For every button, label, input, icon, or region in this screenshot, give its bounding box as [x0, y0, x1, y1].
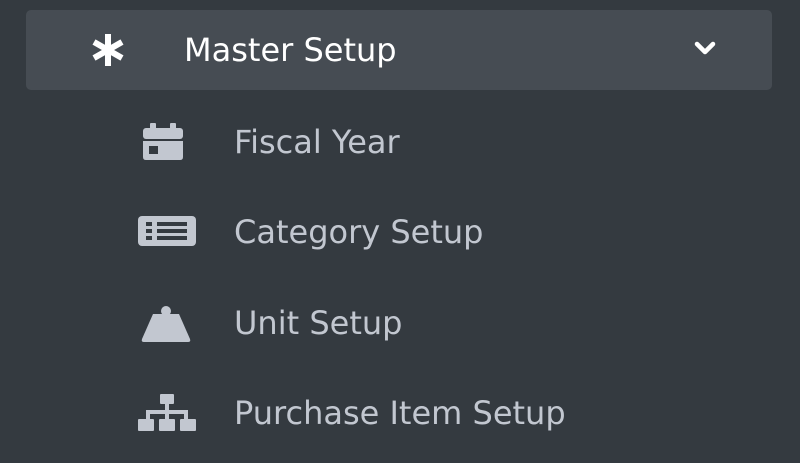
- nav-item-category-setup-label: Category Setup: [234, 213, 484, 251]
- list-icon: [138, 216, 196, 246]
- asterisk-icon: [92, 34, 124, 66]
- nav-item-category-setup[interactable]: Category Setup: [120, 197, 740, 267]
- nav-item-fiscal-year[interactable]: Fiscal Year: [120, 107, 740, 177]
- nav-item-purchase-item-setup[interactable]: Purchase Item Setup: [120, 378, 740, 448]
- nav-item-fiscal-year-label: Fiscal Year: [234, 123, 400, 161]
- nav-item-purchase-item-setup-label: Purchase Item Setup: [234, 394, 566, 432]
- nav-item-master-setup-label: Master Setup: [184, 31, 397, 69]
- calendar-icon: [143, 123, 183, 160]
- nav-item-master-setup[interactable]: Master Setup: [26, 10, 772, 90]
- chevron-down-icon[interactable]: [694, 40, 716, 56]
- sidebar: Master Setup Fiscal Year Category Setup: [0, 0, 800, 463]
- sitemap-icon: [138, 394, 196, 431]
- nav-item-unit-setup[interactable]: Unit Setup: [120, 288, 740, 358]
- weight-icon: [141, 306, 191, 342]
- nav-item-unit-setup-label: Unit Setup: [234, 304, 403, 342]
